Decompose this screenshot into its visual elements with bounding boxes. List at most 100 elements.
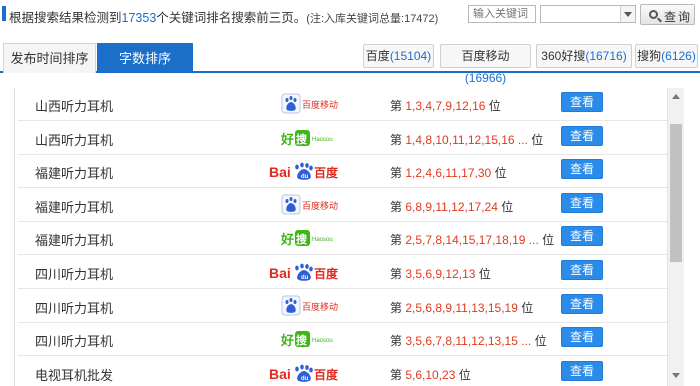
view-button[interactable]: 查看 — [561, 293, 603, 314]
table-row: 福建听力耳机 Bai du 百度 第 1,2,4,6,11,17,30 位 查看 — [18, 155, 667, 189]
rank-cell: 第 5,6,10,23 位 — [390, 366, 471, 383]
svg-text:搜: 搜 — [296, 333, 308, 347]
engine-tab-360-haosou[interactable]: 360好搜(16716) — [536, 44, 632, 68]
rank-cell: 第 2,5,6,8,9,11,13,15,19 位 — [390, 299, 533, 316]
keyword-select[interactable] — [540, 5, 636, 23]
engine-name: 搜狗 — [637, 49, 662, 63]
svg-text:好: 好 — [280, 132, 294, 148]
title-accent-bar — [2, 6, 6, 21]
table-row: 四川听力耳机 Bai du 百度 第 3,5,6,9,12,13 位 查看 — [18, 256, 667, 289]
svg-text:百度移动: 百度移动 — [302, 99, 338, 111]
svg-text:好: 好 — [280, 333, 294, 349]
rank-cell: 第 1,2,4,6,11,17,30 位 — [390, 164, 507, 181]
view-button[interactable]: 查看 — [561, 226, 603, 247]
rank-values: 3,5,6,9,12,13 — [405, 267, 476, 281]
rank-suffix: 位 — [478, 267, 491, 281]
rank-suffix: 位 — [501, 199, 514, 214]
rank-cell: 第 1,3,4,7,9,12,16 位 — [390, 97, 501, 114]
keyword-cell: 四川听力耳机 — [35, 267, 114, 282]
engine-tab-sogou[interactable]: 搜狗(6126) — [635, 44, 698, 68]
header: 根据搜索结果检测到17353个关键词排名搜索前三页。(注:入库关键词总量:174… — [0, 0, 700, 30]
total-note: (注:入库关键词总量:17472) — [306, 13, 439, 25]
view-button[interactable]: 查看 — [561, 92, 603, 112]
rank-suffix: 位 — [458, 367, 471, 382]
baidu-mobile-logo-icon: 百度移动 — [281, 295, 338, 316]
select-arrow-box[interactable] — [620, 6, 635, 22]
rank-suffix: 位 — [531, 132, 544, 147]
engine-name: 百度 — [365, 49, 390, 63]
baidu-logo-icon: Bai du 百度 — [269, 162, 339, 180]
rank-values: 1,4,8,10,11,12,15,16 ... — [405, 132, 528, 147]
baidu-logo-icon: Bai du 百度 — [269, 364, 339, 382]
table-row: 福建听力耳机 百度移动 第 6,8,9,11,12,17,24 位 查看 — [18, 189, 667, 222]
view-button[interactable]: 查看 — [561, 125, 603, 146]
view-button[interactable]: 查看 — [561, 327, 603, 348]
scroll-up-icon[interactable] — [672, 94, 680, 99]
rank-cell: 第 3,5,6,7,8,11,12,13,15 ... 位 — [390, 332, 547, 349]
keyword-input[interactable] — [468, 5, 536, 23]
scroll-thumb[interactable] — [670, 124, 682, 262]
view-button[interactable]: 查看 — [561, 360, 603, 381]
rank-cell: 第 1,4,8,10,11,12,15,16 ... 位 — [390, 131, 543, 148]
view-button[interactable]: 查看 — [561, 192, 603, 213]
engine-count: (6126) — [661, 49, 696, 63]
keyword-cell: 福建听力耳机 — [35, 199, 114, 215]
svg-text:百度移动: 百度移动 — [302, 301, 338, 313]
vertical-scrollbar[interactable] — [667, 88, 684, 386]
rank-prefix: 第 — [390, 300, 403, 315]
keyword-cell: 山西听力耳机 — [35, 99, 114, 114]
view-button[interactable]: 查看 — [561, 260, 603, 280]
rank-values: 2,5,7,8,14,15,17,18,19 ... — [405, 233, 539, 248]
svg-text:好: 好 — [280, 232, 294, 248]
table-row: 四川听力耳机 百度移动 第 2,5,6,8,9,11,13,15,19 位 查看 — [18, 290, 667, 323]
rank-suffix: 位 — [494, 166, 507, 181]
tabs-bar: 发布时间排序 字数排序 百度(15104) 百度移动(16966) 360好搜(… — [0, 43, 700, 85]
haosou-logo-icon: 好搜 Haosou — [280, 331, 333, 349]
search-button[interactable]: 查询 — [640, 4, 695, 25]
svg-text:搜: 搜 — [296, 132, 308, 146]
summary-prefix: 根据搜索结果检测到 — [9, 11, 122, 25]
rank-prefix: 第 — [390, 267, 403, 281]
keyword-cell: 电视耳机批发 — [35, 367, 114, 383]
svg-text:du: du — [301, 376, 309, 382]
rank-values: 1,3,4,7,9,12,16 — [405, 99, 486, 113]
table-row: 四川听力耳机 好搜 Haosou 第 3,5,6,7,8,11,12,13,15 ..… — [18, 323, 667, 357]
engine-name: 360好搜 — [541, 49, 586, 63]
tab-word-count[interactable]: 字数排序 — [97, 43, 193, 73]
rank-values: 2,5,6,8,9,11,13,15,19 — [405, 300, 518, 315]
rank-values: 1,2,4,6,11,17,30 — [405, 166, 492, 181]
view-button[interactable]: 查看 — [561, 159, 603, 180]
rank-values: 3,5,6,7,8,11,12,13,15 ... — [405, 334, 532, 349]
engine-count: (15104) — [389, 49, 432, 63]
rank-prefix: 第 — [390, 166, 403, 181]
rank-prefix: 第 — [390, 99, 403, 113]
scroll-down-icon[interactable] — [672, 373, 680, 378]
keyword-cell: 四川听力耳机 — [35, 300, 114, 316]
rank-prefix: 第 — [390, 233, 403, 248]
svg-text:百度移动: 百度移动 — [302, 200, 338, 212]
table-row: 电视耳机批发 Bai du 百度 第 5,6,10,23 位 查看 — [18, 357, 667, 386]
results-table: 山西听力耳机 百度移动第 1,3,4,7,9,12,16 位查看 山西听力耳机好搜 H… — [14, 88, 685, 386]
rank-prefix: 第 — [390, 199, 403, 214]
rank-prefix: 第 — [390, 367, 403, 382]
baidu-logo-icon: Bai du 百度 — [269, 263, 339, 281]
keyword-cell: 山西听力耳机 — [35, 132, 114, 148]
rank-cell: 第 2,5,7,8,14,15,17,18,19 ... 位 — [390, 231, 554, 248]
summary-suffix: 个关键词排名搜索前三页。 — [156, 11, 307, 25]
rank-suffix: 位 — [542, 233, 555, 248]
engine-count: (16716) — [585, 49, 627, 63]
engine-name: 百度移动 — [461, 49, 510, 63]
svg-text:Haosou: Haosou — [312, 338, 333, 344]
tab-publish-time[interactable]: 发布时间排序 — [3, 43, 96, 73]
rank-values: 5,6,10,23 — [405, 367, 456, 382]
rank-suffix: 位 — [521, 300, 534, 315]
svg-text:Bai: Bai — [269, 265, 291, 281]
svg-text:Haosou: Haosou — [312, 137, 333, 143]
haosou-logo-icon: 好搜 Haosou — [280, 129, 333, 148]
rank-cell: 第 6,8,9,11,12,17,24 位 — [390, 198, 513, 215]
engine-tab-baidu[interactable]: 百度(15104) — [363, 44, 434, 68]
result-summary: 根据搜索结果检测到17353个关键词排名搜索前三页。(注:入库关键词总量:174… — [9, 7, 438, 26]
rank-prefix: 第 — [390, 132, 403, 147]
svg-text:百度: 百度 — [314, 165, 339, 180]
engine-tab-baidu-mobile[interactable]: 百度移动 (16966) — [440, 44, 531, 85]
